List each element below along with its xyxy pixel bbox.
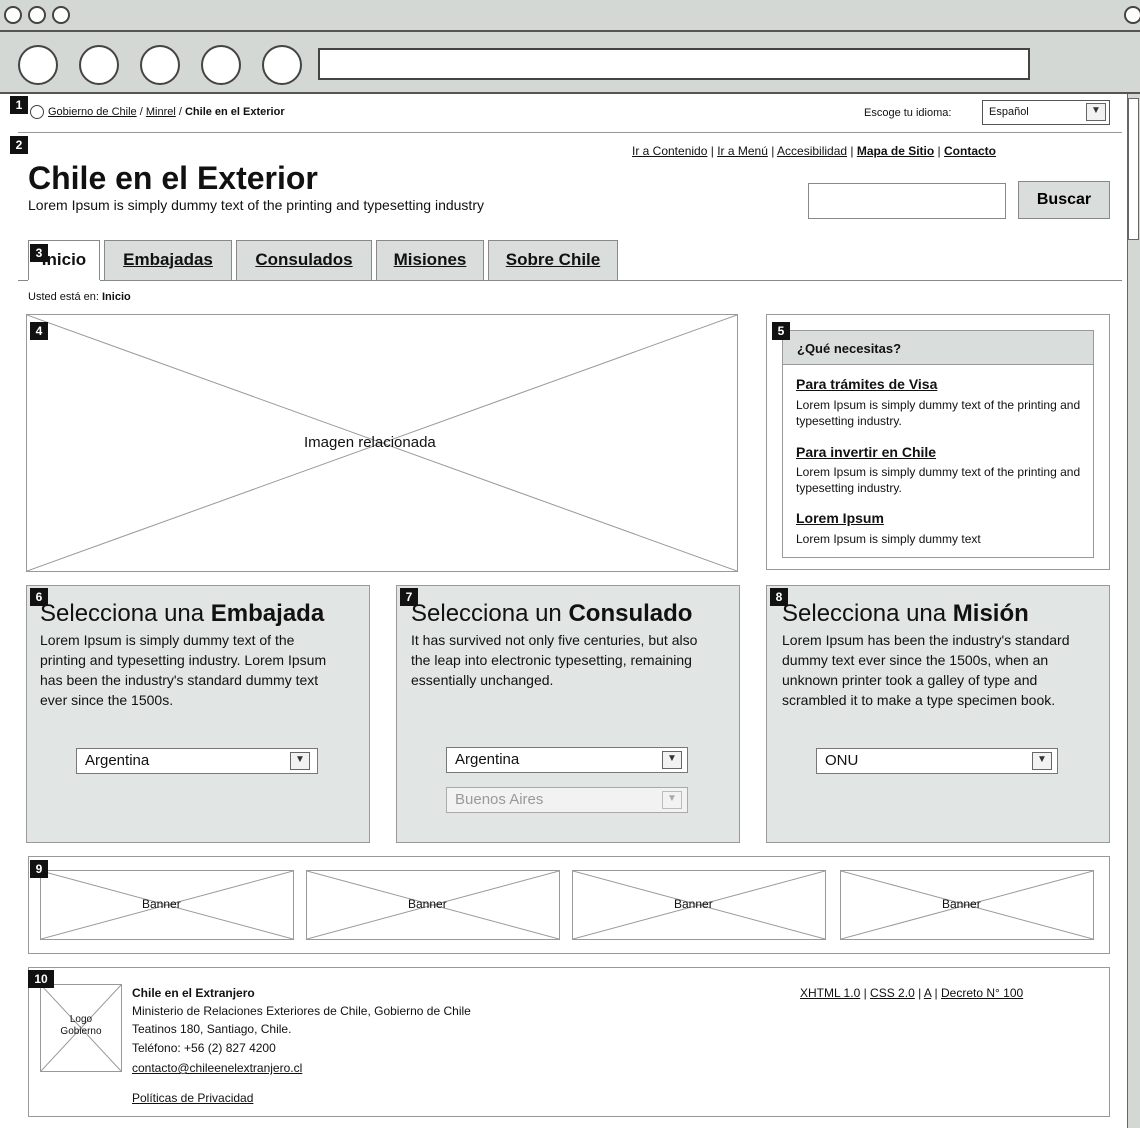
link-ir-contenido[interactable]: Ir a Contenido (632, 144, 707, 158)
marker-2: 2 (10, 136, 28, 154)
globe-icon (30, 105, 44, 119)
embajada-desc: Lorem Ipsum is simply dummy text of the … (40, 632, 327, 708)
link-mapa-sitio[interactable]: Mapa de Sitio (857, 144, 934, 158)
marker-7: 7 (400, 588, 418, 606)
location-breadcrumb: Usted está en: Inicio (28, 291, 131, 303)
location-prefix: Usted está en: (28, 291, 99, 303)
tab-misiones[interactable]: Misiones (376, 240, 484, 281)
footer-org: Chile en el Extranjero (132, 986, 255, 1000)
breadcrumb-separator: / (136, 106, 146, 118)
utility-links: Ir a Contenido | Ir a Menú | Accesibilid… (632, 144, 996, 158)
scrollbar-thumb[interactable] (1128, 98, 1139, 240)
link-contacto[interactable]: Contacto (944, 144, 996, 158)
tab-embajadas[interactable]: Embajadas (104, 240, 232, 281)
forward-button[interactable] (79, 45, 119, 85)
back-button[interactable] (18, 45, 58, 85)
footer-privacy-link[interactable]: Políticas de Privacidad (132, 1091, 253, 1105)
mision-desc: Lorem Ipsum has been the industry's stan… (782, 632, 1070, 708)
marker-6: 6 (30, 588, 48, 606)
home-button[interactable] (262, 45, 302, 85)
link-xhtml[interactable]: XHTML 1.0 (800, 986, 860, 1000)
banner-label: Banner (408, 897, 447, 911)
scrollbar[interactable] (1127, 94, 1140, 1128)
breadcrumb-gobierno[interactable]: Gobierno de Chile (48, 106, 137, 118)
link-css[interactable]: CSS 2.0 (870, 986, 915, 1000)
marker-9: 9 (30, 860, 48, 878)
link-ir-menu[interactable]: Ir a Menú (717, 144, 768, 158)
chevron-down-icon[interactable]: ▼ (290, 752, 310, 770)
breadcrumb-separator: / (175, 106, 185, 118)
marker-1: 1 (10, 96, 28, 114)
window-resize-icon[interactable] (1124, 6, 1140, 24)
language-selected: Español (989, 106, 1029, 118)
footer-phone: Teléfono: +56 (2) 827 4200 (132, 1041, 276, 1055)
banner-label: Banner (142, 897, 181, 911)
link-a[interactable]: A (924, 986, 931, 1000)
footer-ministry: Ministerio de Relaciones Exteriores de C… (132, 1004, 471, 1018)
window-maximize-icon[interactable] (52, 6, 70, 24)
breadcrumb-current: Chile en el Exterior (184, 106, 285, 118)
chevron-down-icon[interactable]: ▼ (1086, 103, 1106, 121)
consulado-desc: It has survived not only five centuries,… (411, 632, 698, 688)
mision-title: Selecciona una Misión (782, 600, 1029, 627)
stop-button[interactable] (201, 45, 241, 85)
marker-10: 10 (28, 970, 54, 988)
breadcrumb-minrel[interactable]: Minrel (146, 106, 176, 118)
chevron-down-icon[interactable]: ▼ (662, 791, 682, 809)
browser-title-bar (0, 0, 1140, 32)
embajada-select[interactable]: Argentina (76, 748, 318, 774)
logo-label: Logo Gobierno (60, 1014, 102, 1037)
location-current: Inicio (102, 291, 131, 303)
language-label: Escoge tu idioma: (864, 107, 952, 119)
need-link-invertir[interactable]: Para invertir en Chile (796, 444, 936, 460)
window-close-icon[interactable] (4, 6, 22, 24)
tabs-divider (18, 280, 1122, 281)
marker-3: 3 (30, 244, 48, 262)
breadcrumb: Gobierno de Chile / Minrel / Chile en el… (48, 106, 285, 118)
banner-label: Banner (942, 897, 981, 911)
divider (18, 132, 1122, 133)
embajada-title: Selecciona una Embajada (40, 600, 325, 627)
footer-address: Teatinos 180, Santiago, Chile. (132, 1022, 292, 1036)
site-tagline: Lorem Ipsum is simply dummy text of the … (28, 197, 484, 213)
mision-select[interactable]: ONU (816, 748, 1058, 774)
need-desc-visa: Lorem Ipsum is simply dummy text of the … (796, 398, 1081, 428)
search-input[interactable] (808, 183, 1006, 219)
footer-standards-links: XHTML 1.0 | CSS 2.0 | A | Decreto N° 100 (800, 986, 1024, 1000)
chevron-down-icon[interactable]: ▼ (662, 751, 682, 769)
consulado-city-select[interactable]: Buenos Aires (446, 787, 688, 813)
link-accesibilidad[interactable]: Accesibilidad (777, 144, 847, 158)
search-button[interactable]: Buscar (1018, 181, 1110, 219)
consulado-title: Selecciona un Consulado (411, 600, 693, 627)
page-title: Chile en el Exterior (28, 160, 318, 196)
tab-consulados[interactable]: Consulados (236, 240, 372, 281)
marker-8: 8 (770, 588, 788, 606)
tab-sobre-chile[interactable]: Sobre Chile (488, 240, 618, 281)
need-link-lorem[interactable]: Lorem Ipsum (796, 510, 884, 526)
footer-email-link[interactable]: contacto@chileenelextranjero.cl (132, 1061, 302, 1075)
reload-button[interactable] (140, 45, 180, 85)
need-desc-invertir: Lorem Ipsum is simply dummy text of the … (796, 465, 1081, 495)
consulado-country-select[interactable]: Argentina (446, 747, 688, 773)
chevron-down-icon[interactable]: ▼ (1032, 752, 1052, 770)
need-link-visa[interactable]: Para trámites de Visa (796, 376, 937, 392)
need-header: ¿Qué necesitas? (783, 331, 1093, 365)
banner-label: Banner (674, 897, 713, 911)
marker-4: 4 (30, 322, 48, 340)
hero-caption: Imagen relacionada (304, 434, 436, 451)
marker-5: 5 (772, 322, 790, 340)
need-desc-lorem: Lorem Ipsum is simply dummy text (796, 532, 981, 546)
address-bar[interactable] (318, 48, 1030, 80)
link-decreto[interactable]: Decreto N° 100 (941, 986, 1023, 1000)
window-minimize-icon[interactable] (28, 6, 46, 24)
